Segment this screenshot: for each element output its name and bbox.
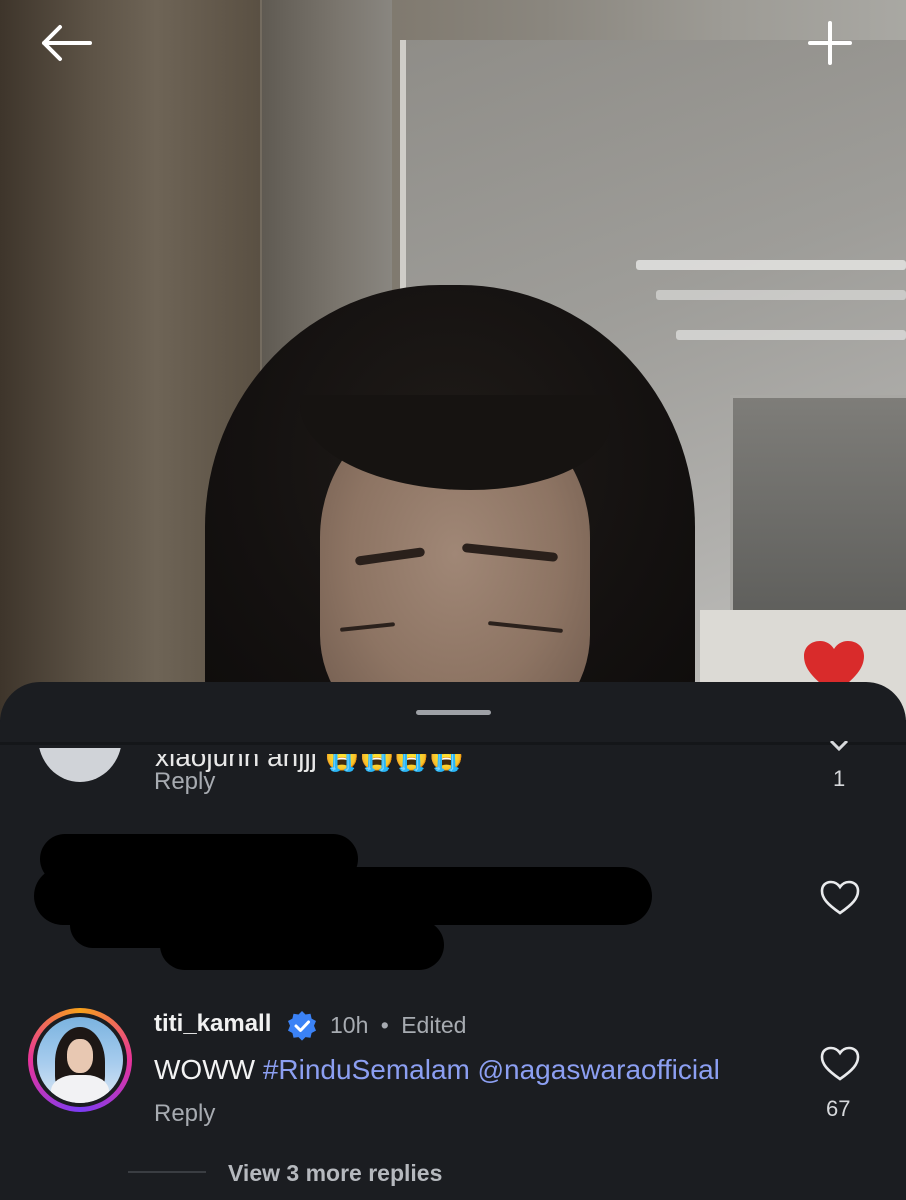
threads-at-icon: @ xyxy=(477,1055,505,1085)
add-button[interactable] xyxy=(800,18,860,68)
avatar-story-ring[interactable] xyxy=(28,1008,132,1112)
like-count: 67 xyxy=(826,1096,851,1121)
heart-outline-icon xyxy=(820,1046,860,1081)
photo-light xyxy=(636,260,906,270)
view-more-replies-button[interactable]: View 3 more replies xyxy=(228,1160,442,1187)
avatar-dress xyxy=(51,1075,109,1103)
comments-sheet: xiaojunn anjjj 😭😭😭😭 Reply 1 titi_kamall … xyxy=(0,682,906,1200)
comment-time: 10h xyxy=(330,1012,369,1038)
sheet-drag-handle[interactable] xyxy=(416,710,491,715)
back-button[interactable] xyxy=(36,18,96,68)
hashtag-link[interactable]: #RinduSemalam xyxy=(263,1054,470,1085)
mention-handle: nagaswaraofficial xyxy=(504,1054,720,1085)
post-photo xyxy=(0,0,906,720)
avatar[interactable] xyxy=(38,748,122,782)
reply-button[interactable]: Reply xyxy=(154,1100,215,1128)
like-count: 1 xyxy=(833,766,846,791)
avatar-face xyxy=(67,1039,93,1073)
arrow-left-icon xyxy=(42,25,92,61)
meta-separator: • xyxy=(380,1012,389,1038)
comment-text: WOWW #RinduSemalam @nagaswaraofficial xyxy=(154,1054,720,1086)
photo-mirror-reflection xyxy=(730,395,906,616)
redaction-mark xyxy=(160,920,444,970)
verified-badge-icon xyxy=(286,1010,318,1042)
comment-meta: 10h • Edited xyxy=(330,1012,466,1039)
mention-link[interactable]: @nagaswaraofficial xyxy=(478,1054,720,1085)
sheet-header-divider xyxy=(0,742,906,745)
replies-divider xyxy=(128,1171,206,1173)
avatar-ring-gap xyxy=(33,1013,127,1107)
like-button[interactable] xyxy=(820,880,860,916)
like-button[interactable] xyxy=(820,1046,860,1082)
chevron-icon xyxy=(828,740,850,752)
plus-icon xyxy=(808,21,852,65)
heart-outline-icon xyxy=(820,880,860,915)
edited-label: Edited xyxy=(401,1012,467,1038)
comment-username[interactable]: titi_kamall xyxy=(154,1010,271,1038)
photo-light xyxy=(656,290,906,300)
comment-text-plain: WOWW xyxy=(154,1054,256,1085)
reply-button[interactable]: Reply xyxy=(154,768,215,796)
avatar xyxy=(37,1017,123,1103)
photo-light xyxy=(676,330,906,340)
